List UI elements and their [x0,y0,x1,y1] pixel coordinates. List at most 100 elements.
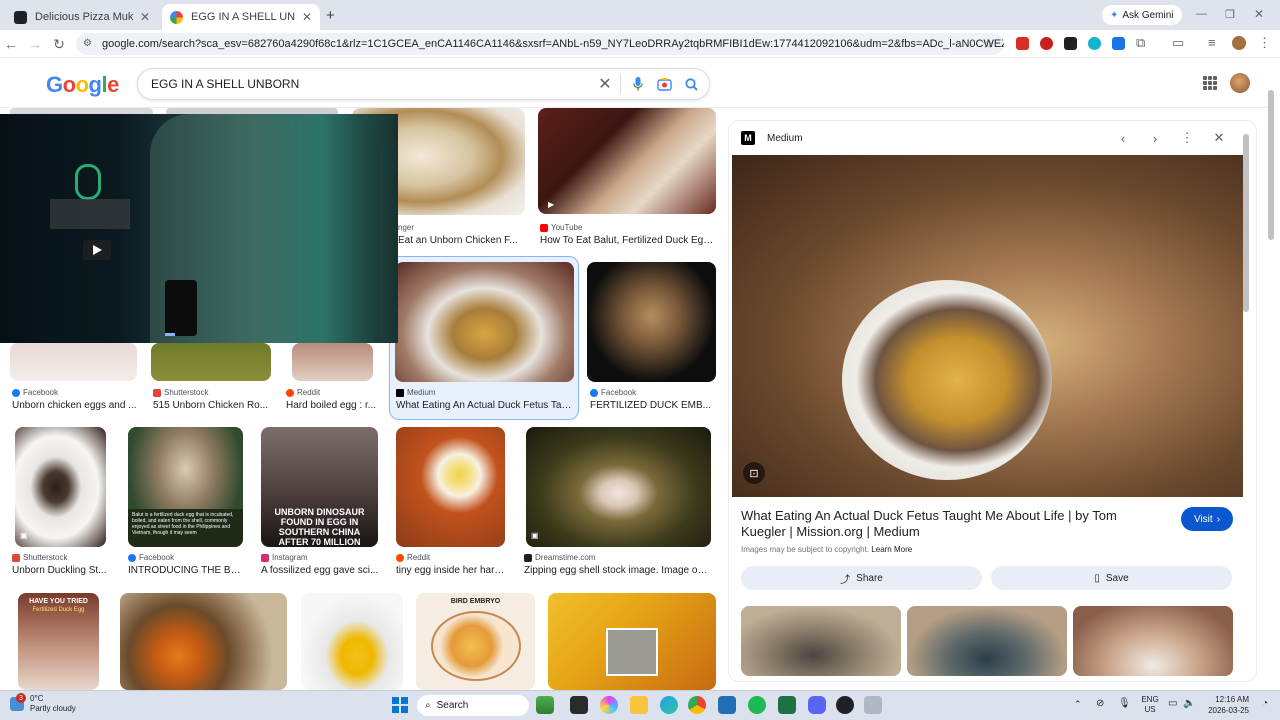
new-tab-button[interactable]: + [326,7,335,24]
result-caption[interactable]: Eat an Unborn Chicken F... [398,235,524,246]
result-thumbnail[interactable]: Balut is a fertilized duck egg that is i… [128,427,243,547]
result-thumbnail[interactable] [301,593,403,690]
picture-in-picture-video[interactable] [0,114,398,343]
trees-widget-icon[interactable] [536,696,554,714]
result-thumbnail[interactable] [587,262,716,382]
bookmark-star-icon[interactable]: ☆ [982,36,994,52]
previous-arrow-icon[interactable]: ‹ [1115,130,1131,146]
discord-icon[interactable] [808,696,826,714]
extension-icon[interactable] [1040,37,1053,50]
result-caption[interactable]: tiny egg inside her hard... [396,565,506,576]
extension-icon[interactable] [1016,37,1029,50]
microphone-icon[interactable]: 🎙 [1118,698,1131,709]
close-tab-icon[interactable]: ✕ [140,10,150,24]
task-view-icon[interactable] [570,696,588,714]
chevron-up-icon[interactable]: ⌃ [1074,699,1082,710]
result-thumbnail[interactable] [548,593,716,690]
share-button[interactable]: ⤴ Share [741,566,982,590]
profile-avatar[interactable] [1232,36,1246,50]
result-caption[interactable]: INTRODUCING THE BA... [128,565,244,576]
close-panel-icon[interactable]: ✕ [1211,130,1227,146]
reload-icon[interactable]: ↻ [50,35,68,53]
result-thumbnail[interactable] [395,262,574,382]
result-caption[interactable]: How To Eat Balut, Fertilized Duck Egg... [540,235,715,246]
result-caption[interactable]: Hard boiled egg : r... [286,400,378,411]
result-caption[interactable]: A fossilized egg gave sci... [261,565,379,576]
back-arrow-icon[interactable]: ← [2,35,20,53]
close-tab-icon[interactable]: ✕ [302,10,312,24]
account-avatar[interactable] [1230,73,1250,93]
result-thumbnail[interactable]: ▣ [15,427,106,547]
app-icon[interactable] [836,696,854,714]
forward-arrow-icon[interactable]: → [26,35,44,53]
app-icon[interactable] [864,696,882,714]
page-scrollbar[interactable] [1268,90,1274,240]
language-indicator[interactable]: ENG US [1140,695,1160,715]
result-thumbnail[interactable] [120,593,287,690]
result-caption[interactable]: Unborn Duckling St... [12,565,108,576]
preview-image[interactable]: ⊡ [732,155,1243,497]
extension-icon[interactable] [1112,37,1125,50]
lens-search-icon[interactable]: ⊡ [743,462,765,484]
clear-search-icon[interactable]: ✕ [596,75,614,93]
result-caption[interactable]: FERTILIZED DUCK EMB... [590,400,715,411]
result-caption[interactable]: Zipping egg shell stock image. Image of … [524,565,710,576]
minimize-window-button[interactable]: — [1196,8,1207,20]
panel-scrollbar[interactable] [1243,134,1249,312]
copilot-icon[interactable] [600,696,618,714]
related-image[interactable] [907,606,1067,676]
search-icon[interactable] [682,75,700,93]
volume-icon[interactable]: 🔈 [1183,698,1195,709]
result-thumbnail[interactable] [396,427,505,547]
result-caption[interactable]: 515 Unborn Chicken Ro... [153,400,271,411]
spotify-icon[interactable] [748,696,766,714]
system-clock[interactable]: 12:16 AM 2026-03-25 [1197,694,1249,716]
close-window-button[interactable]: ✕ [1254,7,1264,21]
result-thumbnail[interactable]: HAVE YOU TRIED Fertilized Duck Egg [18,593,99,690]
result-thumbnail[interactable] [10,343,137,381]
display-icon[interactable]: ▭ [1168,698,1177,709]
result-caption[interactable]: What Eating An Actual Duck Fetus Tau... [396,400,574,411]
result-caption[interactable]: Unborn chicken eggs and ... [12,400,140,411]
learn-more-link[interactable]: Learn More [871,545,912,554]
network-icon[interactable]: ⊘ [1096,698,1104,709]
tab-egg-search[interactable]: EGG IN A SHELL UNBORN - Go ✕ [162,4,320,30]
address-bar[interactable]: google.com/search?sca_esv=682760a4290f68… [76,33,1004,55]
windows-start-icon[interactable] [392,697,408,713]
microphone-icon[interactable] [629,75,647,93]
excel-icon[interactable] [778,696,796,714]
save-button[interactable]: ▯ Save [991,566,1232,590]
result-thumbnail[interactable]: ▶ [538,108,716,214]
search-input[interactable]: EGG IN A SHELL UNBORN [137,68,710,100]
site-info-icon[interactable]: ⚙ [83,38,92,49]
taskbar-search[interactable]: ⌕ Search [417,695,529,716]
notifications-bell-icon[interactable]: ◔ [1262,698,1268,709]
more-vert-icon[interactable]: ⋮ [1258,35,1271,51]
related-image[interactable] [1073,606,1233,676]
weather-widget[interactable]: 0°C Partly cloudy [30,694,76,714]
visit-button[interactable]: Visit › [1181,507,1233,531]
result-thumbnail[interactable]: ▣ [526,427,711,547]
extension-icon[interactable] [1088,37,1101,50]
result-thumbnail[interactable]: BIRD EMBRYO [416,593,535,690]
result-thumbnail[interactable] [292,343,373,381]
result-thumbnail[interactable]: UNBORN DINOSAUR FOUND IN EGG IN SOUTHERN… [261,427,378,547]
more-vert-icon[interactable]: ⋮ [1179,130,1195,146]
tab-pizza-mukbang[interactable]: Delicious Pizza Mukbang at Do ✕ [6,4,158,30]
panel-source-name[interactable]: Medium [767,133,803,144]
edge-icon[interactable] [660,696,678,714]
reading-list-icon[interactable]: ▭ [1172,35,1184,51]
chrome-icon[interactable] [688,696,706,714]
extension-icon[interactable] [1064,37,1077,50]
next-arrow-icon[interactable]: › [1147,130,1163,146]
maximize-window-button[interactable]: ❐ [1225,8,1235,21]
preview-title[interactable]: What Eating An Actual Duck Fetus Taught … [741,508,1161,540]
app-icon[interactable] [718,696,736,714]
ask-gemini-button[interactable]: ✦ Ask Gemini [1102,5,1182,25]
file-explorer-icon[interactable] [630,696,648,714]
extensions-puzzle-icon[interactable]: ⧉ [1136,35,1145,51]
google-apps-grid-icon[interactable] [1203,76,1217,90]
camera-lens-icon[interactable] [655,75,673,93]
result-thumbnail[interactable] [151,343,271,381]
menu-lines-icon[interactable]: ≡ [1208,35,1216,50]
